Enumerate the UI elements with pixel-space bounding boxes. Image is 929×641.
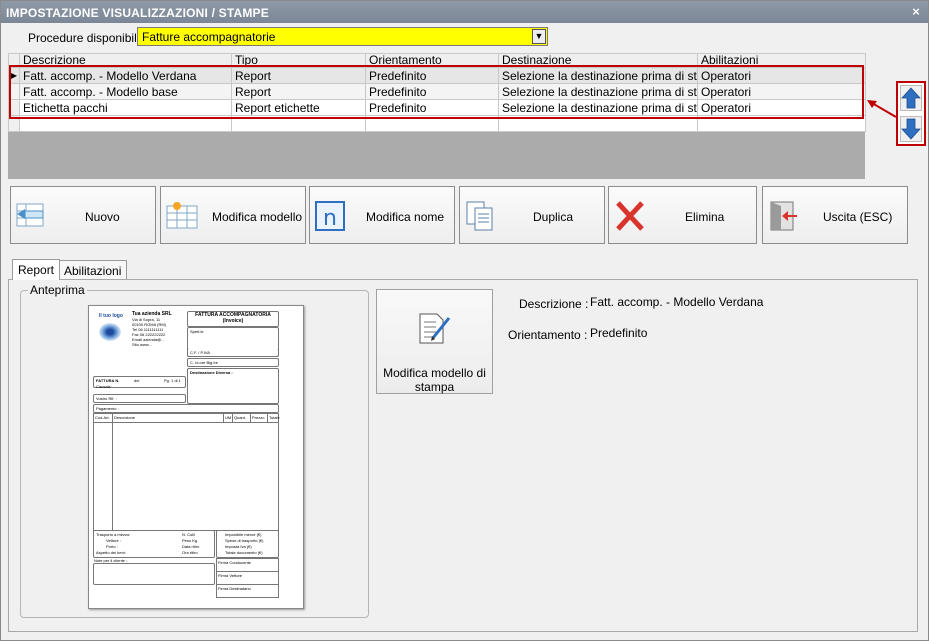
sig-divider: [217, 571, 278, 572]
elimina-button[interactable]: Elimina: [608, 186, 757, 244]
spett-label: Spett.le: [190, 329, 204, 334]
modifica-modello-button[interactable]: Modifica modello: [160, 186, 306, 244]
modifica-modello-stampa-button[interactable]: Modifica modello di stampa: [376, 289, 493, 394]
cf-label: C.F. / P.IVA: [190, 350, 210, 355]
doc-title-box: FATTURA ACCOMPAGNATORIA (Invoice): [187, 311, 279, 327]
destinazione-box: Destinazione Diversa :: [187, 368, 279, 404]
note-box: [93, 563, 215, 585]
arrow-down-icon: [901, 118, 921, 140]
foot-right-line: Totale documento (€): [225, 550, 263, 555]
items-header-line: [94, 422, 278, 423]
delete-icon: [616, 201, 644, 231]
move-up-button[interactable]: [900, 85, 922, 111]
firma-line: Firma Conducente: [218, 560, 251, 565]
chevron-down-icon[interactable]: ▼: [532, 29, 546, 44]
logo-eye-icon: [99, 323, 121, 341]
totals-box: Imponibile merce (€) Spese di trasporto …: [216, 530, 279, 558]
codice-box: C. Id.ore Big.Ire: [187, 358, 279, 367]
signatures-box: Firma Conducente Firma Vettore Firma Des…: [216, 558, 279, 598]
firma-line: Firma Vettore: [218, 573, 243, 578]
tab-abilitazioni-label: Abilitazioni: [64, 264, 122, 278]
orientamento-label: Orientamento :: [508, 328, 588, 342]
firma-line: Firma Destinatario: [218, 586, 251, 591]
duplica-label: Duplica: [533, 210, 574, 224]
tab-abilitazioni[interactable]: Abilitazioni: [58, 260, 128, 279]
duplicate-icon: [466, 201, 493, 231]
rename-icon: n: [315, 201, 345, 231]
arrow-up-icon: [901, 87, 921, 109]
procedure-select[interactable]: Fatture accompagnatorie ▼: [137, 27, 548, 46]
edit-document-icon: [419, 313, 451, 344]
edit-button-line: Modifica modello di: [383, 366, 486, 380]
company-block: Tua azienda SRL Via di Sopra, 11 00100 R…: [132, 312, 182, 348]
descrizione-label: Descrizione :: [519, 297, 589, 311]
vostro-label: Vostro Rif. :: [96, 396, 117, 401]
new-row-icon: [16, 203, 44, 227]
transport-box: Trasporto a mezzo: Vettore : Porto : Asp…: [93, 530, 215, 558]
col-divider: [223, 414, 224, 422]
descrizione-value: Fatt. accomp. - Modello Verdana: [590, 295, 764, 309]
col-descrizione: Descrizione: [114, 415, 135, 420]
svg-text:n: n: [323, 206, 337, 231]
logo-placeholder: Il tuo logo: [93, 311, 133, 345]
pag-label: Pg. 1 di 1: [164, 378, 181, 383]
close-icon[interactable]: ×: [912, 4, 920, 19]
foot-mid-line: Ora ritiro: [182, 550, 198, 555]
company-address-line: Sito www...: [132, 342, 152, 347]
invoice-preview: Il tuo logo Tua azienda SRL Via di Sopra…: [88, 305, 304, 609]
edit-button-line: stampa: [414, 380, 455, 394]
col-prezzo: Prezzo: [252, 415, 265, 420]
move-down-button[interactable]: [900, 116, 922, 142]
fattura-n-label: FATTURA N.: [96, 378, 120, 383]
exit-door-icon: [770, 201, 797, 231]
col-codice: Cod.Art.: [95, 415, 110, 420]
anteprima-legend: Anteprima: [28, 283, 87, 297]
fattura-box: FATTURA N. del Pg. 1 di 1 Causale: [93, 376, 186, 389]
pagamento-box: Pagamento :: [93, 404, 279, 413]
tab-report-label: Report: [18, 263, 55, 277]
modifica-nome-button[interactable]: n Modifica nome: [309, 186, 455, 244]
modifica-nome-label: Modifica nome: [366, 210, 445, 224]
col-divider: [112, 414, 113, 530]
edit-grid-icon: [166, 202, 198, 229]
codice-label: C. Id.ore Big.Ire: [190, 360, 219, 365]
uscita-button[interactable]: Uscita (ESC): [762, 186, 908, 244]
uscita-label: Uscita (ESC): [823, 210, 893, 224]
del-label: del: [134, 378, 140, 383]
cf-box: C.F. / P.IVA: [187, 349, 279, 357]
foot-left-line: Aspetto dei beni:: [96, 550, 126, 555]
duplica-button[interactable]: Duplica: [459, 186, 605, 244]
tab-report[interactable]: Report: [12, 259, 61, 280]
modifica-modello-label: Modifica modello: [212, 210, 303, 224]
sig-divider: [217, 584, 278, 585]
logo-text: Il tuo logo: [99, 313, 123, 319]
doc-subtitle: (Invoice): [222, 318, 244, 324]
nuovo-button[interactable]: Nuovo: [10, 186, 156, 244]
causale-label: Causale: [96, 384, 111, 389]
rows-highlight-box: [9, 65, 864, 119]
window-title: IMPOSTAZIONE VISUALIZZAZIONI / STAMPE: [6, 6, 269, 20]
elimina-label: Elimina: [685, 210, 725, 224]
col-totale: Totale: [269, 415, 280, 420]
procedure-value: Fatture accompagnatorie: [142, 30, 276, 44]
col-quant: Quant.: [234, 415, 247, 420]
title-bar: IMPOSTAZIONE VISUALIZZAZIONI / STAMPE ×: [1, 1, 928, 23]
col-divider: [267, 414, 268, 422]
col-divider: [250, 414, 251, 422]
col-um: UM: [225, 415, 232, 420]
reorder-arrows-box: [896, 81, 926, 146]
edit-button-label: Modifica modello di stampa: [377, 366, 492, 394]
orientamento-value: Predefinito: [590, 326, 648, 340]
red-arrow-icon: [867, 100, 897, 118]
pagamento-label: Pagamento :: [96, 406, 119, 411]
items-table: Cod.Art. Descrizione UM Quant. Prezzo To…: [93, 413, 280, 531]
procedure-label: Procedure disponibili :: [28, 31, 147, 45]
vostro-box: Vostro Rif. :: [93, 394, 186, 403]
col-divider: [232, 414, 233, 422]
nuovo-label: Nuovo: [85, 210, 120, 224]
destinazione-label: Destinazione Diversa :: [190, 370, 233, 375]
